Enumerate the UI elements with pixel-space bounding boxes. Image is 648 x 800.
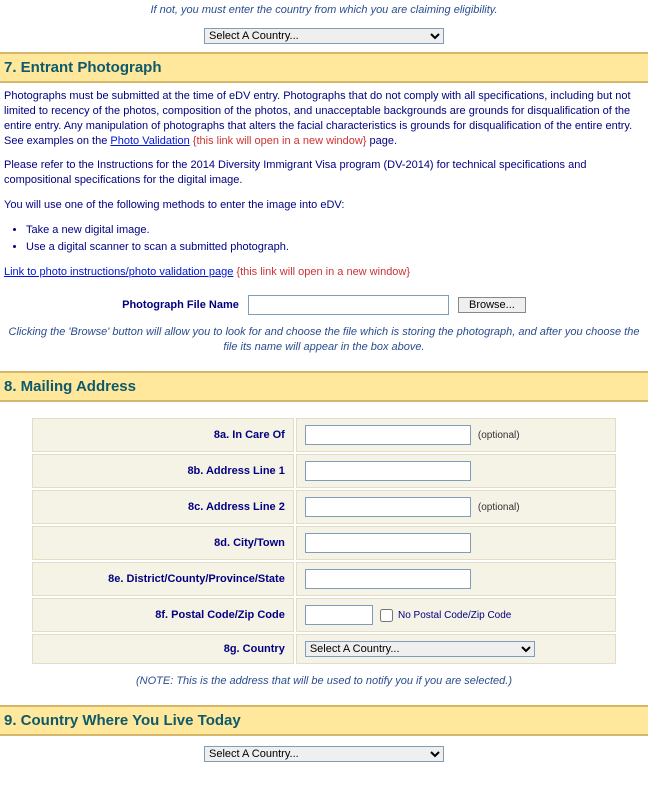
- label-city: 8d. City/Town: [32, 526, 294, 560]
- photo-validation-link[interactable]: Photo Validation: [110, 135, 189, 147]
- new-window-note-1: {this link will open in a new window}: [193, 135, 367, 147]
- photo-instructions-link-row: Link to photo instructions/photo validat…: [4, 265, 644, 280]
- mailing-address-table: 8a. In Care Of (optional) 8b. Address Li…: [30, 416, 619, 666]
- new-window-note-2: {this link will open in a new window}: [236, 266, 410, 278]
- input-in-care-of[interactable]: [305, 425, 471, 445]
- label-in-care-of: 8a. In Care Of: [32, 418, 294, 452]
- eligibility-country-select[interactable]: Select A Country...: [204, 28, 444, 44]
- eligibility-note: If not, you must enter the country from …: [0, 0, 648, 24]
- section-8-header: 8. Mailing Address: [0, 371, 648, 402]
- photo-methods-list: Take a new digital image. Use a digital …: [26, 223, 644, 255]
- mailing-country-select[interactable]: Select A Country...: [305, 641, 535, 657]
- no-postal-label: No Postal Code/Zip Code: [398, 610, 511, 621]
- optional-1: (optional): [478, 430, 520, 441]
- photo-para-1: Photographs must be submitted at the tim…: [4, 89, 644, 148]
- section-9-header: 9. Country Where You Live Today: [0, 705, 648, 736]
- eligibility-country-row: Select A Country...: [0, 24, 648, 52]
- photo-file-row: Photograph File Name Browse...: [4, 289, 644, 321]
- optional-2: (optional): [478, 502, 520, 513]
- section-8-body: 8a. In Care Of (optional) 8b. Address Li…: [0, 402, 648, 705]
- photo-para-3: You will use one of the following method…: [4, 198, 644, 213]
- label-country: 8g. Country: [32, 634, 294, 664]
- input-district[interactable]: [305, 569, 471, 589]
- photo-instructions-link[interactable]: Link to photo instructions/photo validat…: [4, 266, 233, 278]
- input-city[interactable]: [305, 533, 471, 553]
- section-7-body: Photographs must be submitted at the tim…: [0, 83, 648, 371]
- label-address-2: 8c. Address Line 2: [32, 490, 294, 524]
- input-postal[interactable]: [305, 605, 373, 625]
- section-9-body: Select A Country...: [0, 736, 648, 776]
- input-address-1[interactable]: [305, 461, 471, 481]
- section-7-header: 7. Entrant Photograph: [0, 52, 648, 83]
- label-district: 8e. District/County/Province/State: [32, 562, 294, 596]
- label-postal: 8f. Postal Code/Zip Code: [32, 598, 294, 632]
- browse-button[interactable]: Browse...: [458, 297, 526, 313]
- label-address-1: 8b. Address Line 1: [32, 454, 294, 488]
- live-country-select[interactable]: Select A Country...: [204, 746, 444, 762]
- photo-file-label: Photograph File Name: [122, 299, 239, 311]
- photo-para-2: Please refer to the Instructions for the…: [4, 158, 644, 188]
- browse-hint: Clicking the 'Browse' button will allow …: [4, 321, 644, 365]
- photo-method-1: Take a new digital image.: [26, 223, 644, 238]
- input-address-2[interactable]: [305, 497, 471, 517]
- photo-method-2: Use a digital scanner to scan a submitte…: [26, 240, 644, 255]
- mailing-note: (NOTE: This is the address that will be …: [4, 670, 644, 699]
- no-postal-checkbox[interactable]: [380, 609, 393, 622]
- photo-file-input[interactable]: [248, 295, 449, 315]
